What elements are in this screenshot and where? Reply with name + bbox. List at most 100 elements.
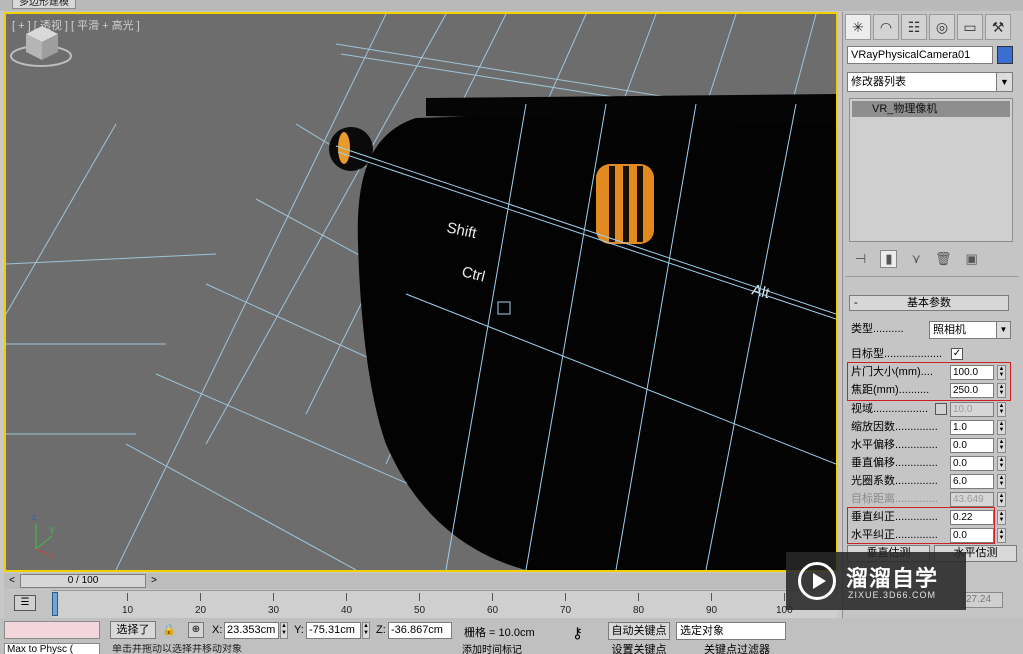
spinner[interactable]: ▲ ▼ <box>362 622 370 639</box>
param-row: 视域.................. 10.0 ▲ ▼ <box>851 401 1011 418</box>
maxscript-mini-listener[interactable]: Max to Physc ( <box>4 643 100 654</box>
selected-object-dropdown[interactable]: 选定对象 <box>676 622 786 640</box>
utilities-icon[interactable]: ⚒ <box>985 14 1011 40</box>
prev-frame-button[interactable]: < <box>6 574 18 588</box>
tick-label: 70 <box>560 605 572 616</box>
param-row: 缩放因数.............. 1.0 ▲ ▼ <box>851 419 1011 436</box>
watermark: 溜溜自学 ZIXUE.3D66.COM <box>786 552 966 610</box>
show-end-result-icon[interactable]: ▮ <box>880 250 898 268</box>
document-tab-strip: 多边形建模 <box>0 0 1023 11</box>
x-field[interactable]: 23.353cm <box>224 622 279 639</box>
fov-input[interactable]: 10.0 <box>950 402 994 417</box>
targeted-label: 目标型................... <box>851 348 943 360</box>
rollout-title: 基本参数 <box>907 297 951 309</box>
motion-icon[interactable]: ◎ <box>929 14 955 40</box>
lock-icon[interactable]: 🔒 <box>162 623 176 636</box>
maxscript-listener[interactable] <box>4 621 100 639</box>
param-row: 垂直偏移.............. 0.0 ▲ ▼ <box>851 455 1011 472</box>
stack-item-vr-camera[interactable]: VR_物理像机 <box>852 101 1010 117</box>
object-name-field[interactable]: VRayPhysicalCamera01 <box>847 46 993 64</box>
type-dropdown[interactable]: 照相机 ▼ <box>929 321 1011 339</box>
param-label: 光圈系数.............. <box>851 475 938 487</box>
object-color-swatch[interactable] <box>997 46 1013 64</box>
selection-status: 选择了 <box>110 621 156 639</box>
display-icon[interactable]: ▭ <box>957 14 983 40</box>
svg-text:z: z <box>32 512 37 522</box>
target-distance-input[interactable]: 43.649 <box>950 492 994 507</box>
tick-label: 90 <box>706 605 718 616</box>
param-row: 水平偏移.............. 0.0 ▲ ▼ <box>851 437 1011 454</box>
type-row: 类型.......... 照相机 ▼ <box>851 321 1011 339</box>
curve-editor-icon[interactable]: ☰ <box>14 595 36 611</box>
modifier-stack: VR_物理像机 <box>849 98 1013 242</box>
viewcube-icon[interactable] <box>6 14 76 74</box>
watermark-subtitle: ZIXUE.3D66.COM <box>848 590 937 600</box>
axis-gizmo: z y x <box>32 512 55 560</box>
remove-modifier-icon[interactable]: 🗑 <box>935 251 952 267</box>
targeted-row: 目标型................... ✓ <box>851 346 1011 363</box>
modifier-list-dropdown[interactable]: 修改器列表 ▼ <box>847 72 1013 92</box>
z-field[interactable]: -36.867cm <box>388 622 452 639</box>
chevron-down-icon: ▼ <box>996 322 1010 338</box>
next-frame-button[interactable]: > <box>148 574 160 588</box>
collapse-icon: - <box>854 297 858 309</box>
auto-key-button[interactable]: 自动关键点 <box>608 622 670 640</box>
tick-label: 80 <box>633 605 645 616</box>
param-row: 目标距离.............. 43.649 ▲ ▼ <box>851 491 1011 508</box>
perspective-viewport[interactable]: Shift Ctrl Alt z y x [ + ] [ 透视 ] [ 平滑 +… <box>4 12 838 572</box>
param-label: 视域.................. <box>851 403 929 415</box>
frame-ruler[interactable]: 0 10 20 30 40 50 60 70 80 90 100 <box>52 590 838 618</box>
highlight-box <box>847 362 1011 401</box>
viewport-scene: Shift Ctrl Alt z y x <box>6 14 836 570</box>
spinner[interactable]: ▲ ▼ <box>997 456 1006 471</box>
absolute-mode-icon[interactable]: ⊕ <box>188 622 204 638</box>
create-icon[interactable]: ✳ <box>845 14 871 40</box>
time-slider[interactable]: 0 / 100 <box>20 574 146 588</box>
targeted-checkbox[interactable]: ✓ <box>951 348 963 360</box>
svg-text:x: x <box>50 550 55 560</box>
highlight-box <box>847 507 995 544</box>
track-bar: ☰ 0 10 20 30 40 50 60 70 80 90 100 <box>4 590 838 618</box>
tick-label: 20 <box>195 605 207 616</box>
pin-stack-icon[interactable]: ⊣ <box>855 251 866 267</box>
y-field[interactable]: -75.31cm <box>306 622 361 639</box>
spinner[interactable]: ▲ ▼ <box>997 474 1006 489</box>
tick-label: 30 <box>268 605 280 616</box>
spinner[interactable]: ▲ ▼ <box>997 528 1006 543</box>
f-number-input[interactable]: 6.0 <box>950 474 994 489</box>
play-logo-icon <box>798 562 836 600</box>
command-panel-tabs: ✳ ◠ ☷ ◎ ▭ ⚒ <box>845 14 1021 40</box>
spinner[interactable]: ▲ ▼ <box>997 492 1006 507</box>
modify-icon[interactable]: ◠ <box>873 14 899 40</box>
tick-label: 40 <box>341 605 353 616</box>
zoom-factor-input[interactable]: 1.0 <box>950 420 994 435</box>
param-row: 光圈系数.............. 6.0 ▲ ▼ <box>851 473 1011 490</box>
grid-size: 栅格 = 10.0cm <box>464 627 535 639</box>
time-slider-bar: < 0 / 100 > <box>4 573 838 589</box>
spinner[interactable]: ▲ ▼ <box>280 622 288 639</box>
watermark-title: 溜溜自学 <box>846 566 939 591</box>
stack-toolbar: ⊣ ▮ ⋎ 🗑 ▣ <box>849 248 1013 270</box>
document-tab[interactable]: 多边形建模 <box>12 0 76 9</box>
h-shift-input[interactable]: 0.0 <box>950 438 994 453</box>
spinner[interactable]: ▲ ▼ <box>997 510 1006 525</box>
divider <box>845 276 1019 277</box>
spinner[interactable]: ▲ ▼ <box>997 402 1006 417</box>
configure-sets-icon[interactable]: ▣ <box>966 251 978 267</box>
v-shift-input[interactable]: 0.0 <box>950 456 994 471</box>
type-label: 类型.......... <box>851 323 904 335</box>
rollout-basic-params[interactable]: - 基本参数 <box>849 295 1009 311</box>
key-icon[interactable]: ⚷ <box>572 624 583 642</box>
add-time-tag[interactable]: 添加时间标记 <box>462 644 562 654</box>
set-key-button[interactable]: 设置关键点 <box>608 643 670 654</box>
make-unique-icon[interactable]: ⋎ <box>911 251 921 267</box>
current-frame-marker[interactable] <box>52 592 58 616</box>
spinner[interactable]: ▲ ▼ <box>997 438 1006 453</box>
modifier-list-label: 修改器列表 <box>851 76 906 88</box>
fov-checkbox[interactable] <box>935 403 947 415</box>
key-filters-button[interactable]: 关键点过滤器 <box>704 643 794 654</box>
spinner[interactable]: ▲ ▼ <box>997 420 1006 435</box>
side-value[interactable]: 27.24 <box>963 592 1003 608</box>
hierarchy-icon[interactable]: ☷ <box>901 14 927 40</box>
type-value: 照相机 <box>933 324 966 336</box>
